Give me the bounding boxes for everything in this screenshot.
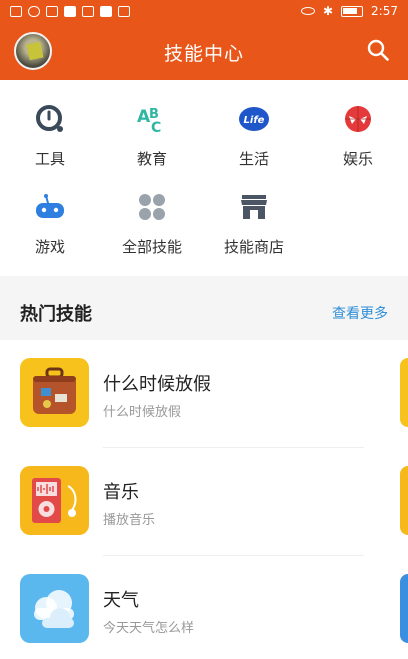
news-app-icon [118, 5, 130, 17]
category-all-skills[interactable]: 全部技能 [102, 190, 202, 257]
suitcase-icon [20, 358, 89, 427]
skill-list: 什么时候放假 什么时候放假 音乐 播放音乐 天气 今天天气怎么样 [0, 340, 408, 659]
skill-item-holiday[interactable]: 什么时候放假 什么时候放假 [0, 340, 408, 448]
svg-text:C: C [151, 120, 161, 134]
app-header: 技能中心 [0, 22, 408, 80]
category-education[interactable]: A B C 教育 [102, 102, 202, 169]
status-notification-icons [10, 5, 130, 17]
category-skill-store[interactable]: 技能商店 [204, 190, 304, 257]
life-icon: Life [237, 102, 271, 136]
status-bar: ✱ 2:57 [0, 0, 408, 22]
status-time: 2:57 [371, 4, 398, 18]
store-icon [237, 190, 271, 224]
skill-description: 什么时候放假 [103, 405, 182, 420]
skill-description: 播放音乐 [103, 513, 156, 528]
search-icon[interactable] [366, 38, 390, 62]
category-label: 教育 [136, 150, 167, 168]
sim-card-icon [10, 5, 22, 17]
next-card-peek[interactable] [400, 358, 408, 427]
skill-name: 天气 [103, 590, 139, 611]
section-title: 热门技能 [20, 304, 92, 325]
wifi-icon [28, 5, 40, 17]
category-tools[interactable]: 工具 [0, 102, 100, 169]
category-life[interactable]: Life 生活 [204, 102, 304, 169]
cloud-icon [20, 574, 89, 643]
hot-skills-header: 热门技能 查看更多 [0, 288, 408, 340]
four-dots-icon [135, 190, 169, 224]
skill-item-weather[interactable]: 天气 今天天气怎么样 [0, 556, 408, 659]
tool-clock-icon [33, 102, 67, 136]
skill-name: 音乐 [103, 482, 139, 503]
category-entertainment[interactable]: 娱乐 [308, 102, 408, 169]
section-divider [0, 276, 408, 288]
next-card-peek[interactable] [400, 466, 408, 535]
category-label: 工具 [34, 150, 65, 168]
skill-name: 什么时候放假 [103, 374, 211, 395]
music-player-icon [20, 466, 89, 535]
skill-item-music[interactable]: 音乐 播放音乐 [0, 448, 408, 556]
bluetooth-icon: ✱ [322, 4, 334, 18]
category-grid: 工具 A B C 教育 Life 生活 娱乐 游戏 全部技能 技能商店 [0, 80, 408, 276]
abc-education-icon: A B C [135, 102, 169, 136]
battery-icon [341, 5, 364, 17]
category-label: 生活 [238, 150, 269, 168]
svg-text:Life: Life [244, 115, 265, 126]
view-more-link[interactable]: 查看更多 [332, 303, 388, 323]
heart-app-icon [100, 5, 112, 17]
skill-description: 今天天气怎么样 [103, 621, 195, 636]
category-label: 全部技能 [121, 238, 182, 256]
next-card-peek[interactable] [400, 574, 408, 643]
gamepad-robot-icon [33, 190, 67, 224]
eye-comfort-icon [300, 7, 315, 15]
category-label: 游戏 [34, 238, 65, 256]
page-title: 技能中心 [163, 43, 244, 65]
app-notification-icon [64, 5, 76, 17]
usb-icon [46, 5, 58, 17]
message-icon [82, 5, 94, 17]
category-games[interactable]: 游戏 [0, 190, 100, 257]
spiderman-mask-icon [341, 102, 375, 136]
category-label: 娱乐 [342, 150, 373, 168]
category-label: 技能商店 [223, 238, 284, 256]
